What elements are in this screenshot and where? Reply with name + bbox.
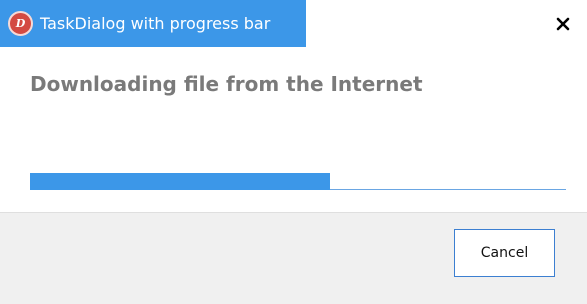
progress-bar xyxy=(30,173,566,190)
close-button[interactable] xyxy=(549,10,577,38)
close-icon xyxy=(556,17,570,31)
progress-bar-fill xyxy=(30,173,331,190)
app-logo-icon: D xyxy=(8,11,33,36)
cancel-button[interactable]: Cancel xyxy=(454,229,555,277)
task-dialog-window: D TaskDialog with progress bar Downloadi… xyxy=(0,0,587,304)
button-area: Cancel xyxy=(0,212,587,304)
main-instruction: Downloading file from the Internet xyxy=(30,72,423,96)
title-bar: D TaskDialog with progress bar xyxy=(0,0,306,47)
window-title: TaskDialog with progress bar xyxy=(40,14,271,33)
